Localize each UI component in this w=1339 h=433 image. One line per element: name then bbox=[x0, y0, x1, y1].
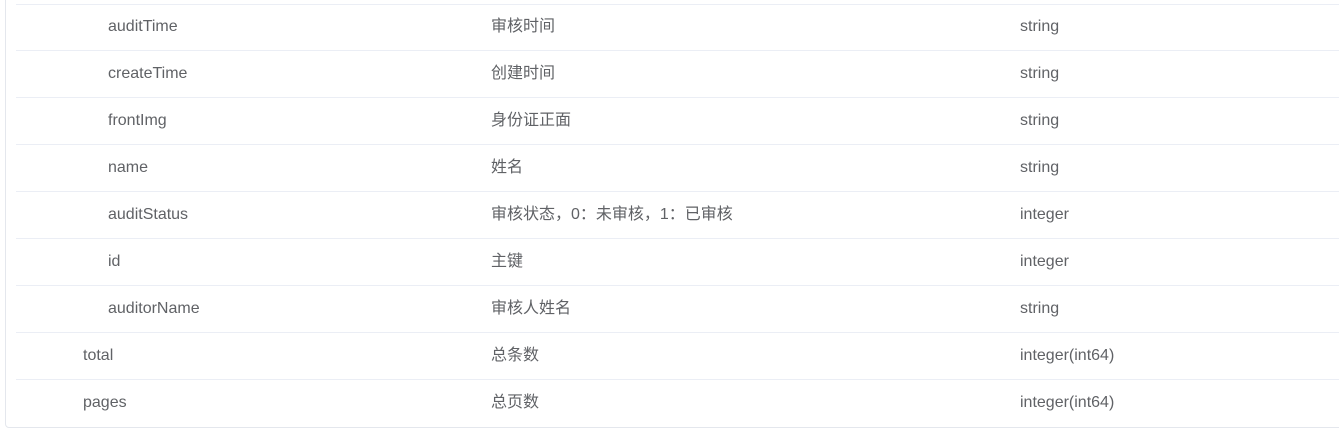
param-name: pages bbox=[83, 394, 127, 411]
param-name: total bbox=[83, 347, 114, 364]
param-type: integer(int64) bbox=[1020, 347, 1115, 364]
table-row: auditStatus 审核状态，0：未审核，1：已审核 integer bbox=[16, 192, 1339, 239]
param-name: auditTime bbox=[108, 18, 178, 35]
param-type: string bbox=[1020, 18, 1060, 35]
table-row: name 姓名 string bbox=[16, 145, 1339, 192]
table-row: pages 总页数 integer(int64) bbox=[16, 380, 1339, 427]
param-description: 审核时间 bbox=[491, 18, 556, 35]
param-description: 创建时间 bbox=[491, 65, 556, 82]
param-type: integer bbox=[1020, 253, 1069, 270]
param-name: auditStatus bbox=[108, 206, 189, 223]
param-type: string bbox=[1020, 112, 1060, 129]
param-type: string bbox=[1020, 159, 1060, 176]
table-row: createTime 创建时间 string bbox=[16, 51, 1339, 98]
table-row: auditTime 审核时间 string bbox=[16, 4, 1339, 51]
param-type: string bbox=[1020, 300, 1060, 317]
table-row: frontImg 身份证正面 string bbox=[16, 98, 1339, 145]
param-description: 总条数 bbox=[491, 347, 540, 364]
param-name: createTime bbox=[108, 65, 188, 82]
param-description: 主键 bbox=[491, 253, 524, 270]
param-name: name bbox=[108, 159, 149, 176]
param-type: integer bbox=[1020, 206, 1069, 223]
table-row: total 总条数 integer(int64) bbox=[16, 333, 1339, 380]
table-row: id 主键 integer bbox=[16, 239, 1339, 286]
params-table: auditTime 审核时间 string createTime 创建时间 st… bbox=[16, 4, 1339, 427]
param-name: frontImg bbox=[108, 112, 167, 129]
param-description: 审核人姓名 bbox=[491, 300, 572, 317]
param-type: string bbox=[1020, 65, 1060, 82]
table-row: auditorName 审核人姓名 string bbox=[16, 286, 1339, 333]
param-name: auditorName bbox=[108, 300, 200, 317]
param-name: id bbox=[108, 253, 121, 270]
param-description: 身份证正面 bbox=[491, 112, 572, 129]
param-type: integer(int64) bbox=[1020, 394, 1115, 411]
param-description: 总页数 bbox=[491, 394, 540, 411]
param-description: 审核状态，0：未审核，1：已审核 bbox=[491, 206, 733, 223]
param-description: 姓名 bbox=[491, 159, 524, 176]
